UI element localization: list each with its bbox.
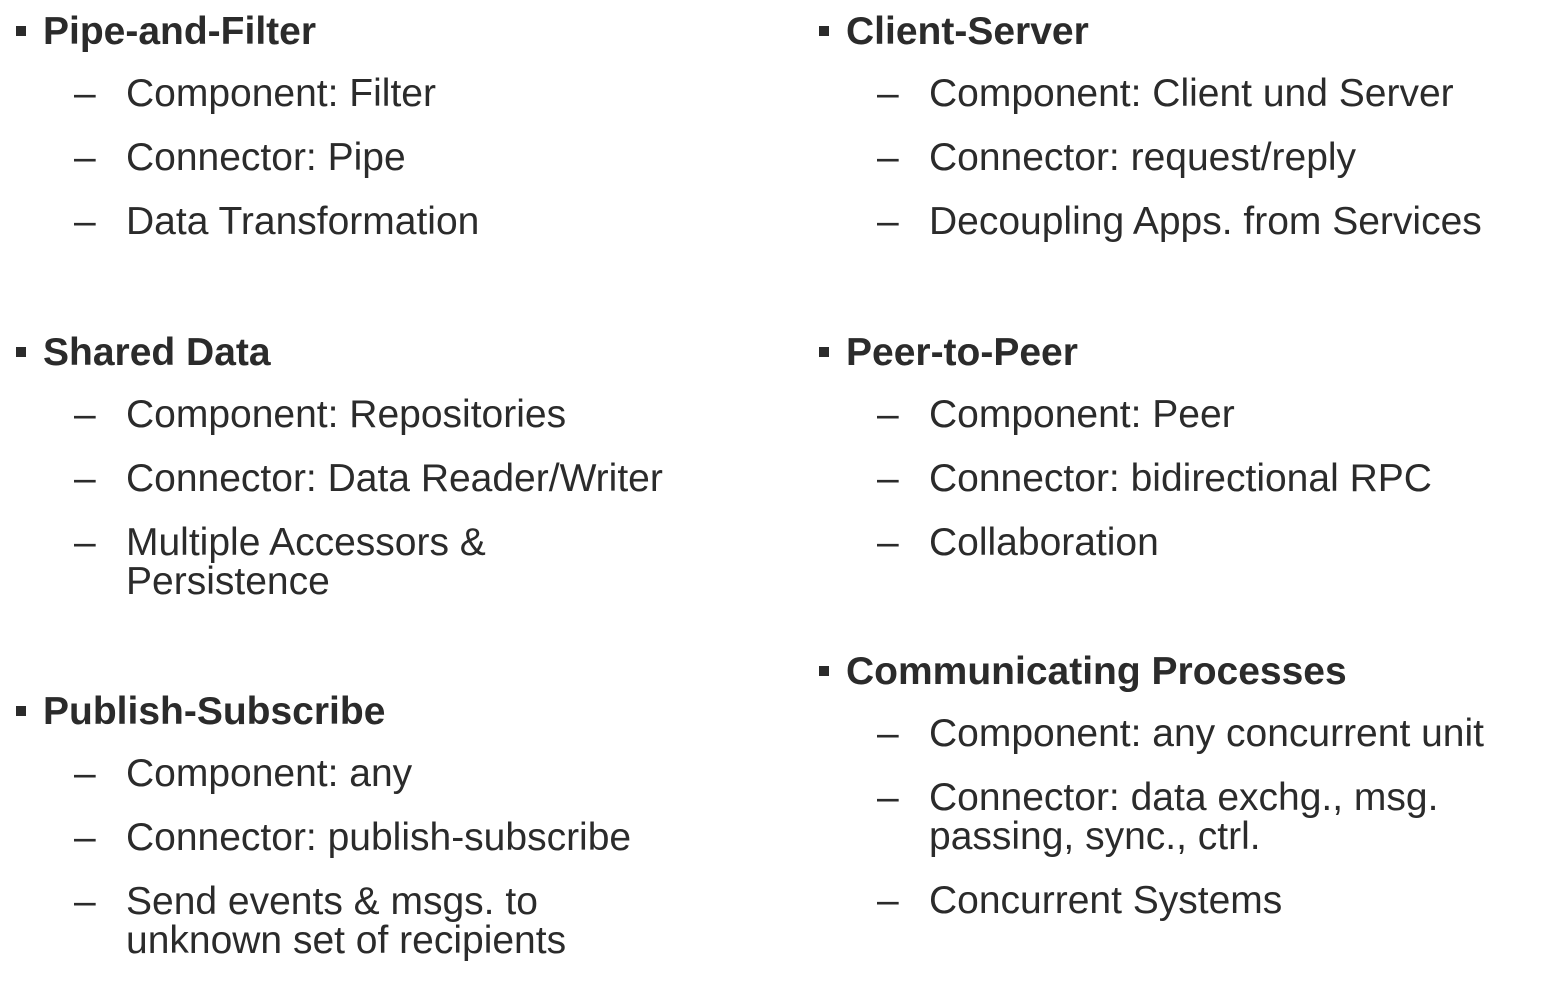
list-item-text: Connector: publish-subscribe [126, 816, 632, 859]
list-item-text: Component: any [126, 752, 413, 795]
dash-bullet-icon: – [877, 776, 899, 819]
section-heading: Client-Server [819, 10, 1482, 54]
list-item-text: Data Transformation [126, 200, 480, 243]
dash-bullet-icon: – [877, 457, 899, 500]
list-item-text: Decoupling Apps. from Services [929, 200, 1482, 243]
list-item: – Connector: request/reply [819, 138, 1482, 177]
list-item-text: Connector: bidirectional RPC [929, 457, 1432, 500]
section-heading-text: Publish-Subscribe [43, 690, 386, 733]
dash-bullet-icon: – [877, 200, 899, 243]
dash-bullet-icon: – [877, 879, 899, 922]
list-item-text: Component: Client und Server [929, 72, 1454, 115]
dash-bullet-icon: – [877, 393, 899, 436]
list-item-text: Connector: Data Reader/Writer [126, 457, 663, 500]
list-item-text: Multiple Accessors & Persistence [126, 521, 486, 603]
section-shared-data: Shared Data – Component: Repositories – … [16, 331, 663, 626]
list-item-text: Collaboration [929, 521, 1159, 564]
section-heading: Publish-Subscribe [16, 690, 631, 734]
list-item: – Connector: bidirectional RPC [819, 459, 1432, 498]
item-list: – Component: Peer – Connector: bidirecti… [819, 395, 1432, 562]
item-list: – Component: Client und Server – Connect… [819, 74, 1482, 241]
list-item: – Concurrent Systems [819, 881, 1484, 920]
list-item-text: Component: any concurrent unit [929, 712, 1484, 755]
section-heading: Shared Data [16, 331, 663, 375]
section-heading: Communicating Processes [819, 650, 1484, 694]
dash-bullet-icon: – [74, 457, 96, 500]
item-list: – Component: any – Connector: publish-su… [16, 754, 631, 960]
section-heading-text: Peer-to-Peer [846, 331, 1078, 374]
list-item-text: Connector: request/reply [929, 136, 1357, 179]
list-item: – Data Transformation [16, 202, 479, 241]
section-heading-text: Pipe-and-Filter [43, 10, 317, 53]
list-item: – Component: any concurrent unit [819, 714, 1484, 753]
section-heading-text: Shared Data [43, 331, 271, 374]
item-list: – Component: Filter – Connector: Pipe – … [16, 74, 479, 241]
list-item: – Send events & msgs. to unknown set of … [16, 882, 631, 960]
section-heading-text: Client-Server [846, 10, 1089, 53]
item-list: – Component: Repositories – Connector: D… [16, 395, 663, 601]
list-item: – Multiple Accessors & Persistence [16, 523, 663, 601]
list-item-text: Connector: data exchg., msg. passing, sy… [929, 776, 1439, 858]
list-item-text: Component: Peer [929, 393, 1235, 436]
dash-bullet-icon: – [74, 393, 96, 436]
list-item: – Connector: data exchg., msg. passing, … [819, 778, 1484, 856]
list-item-text: Component: Repositories [126, 393, 567, 436]
section-peer-to-peer: Peer-to-Peer – Component: Peer – Connect… [819, 331, 1432, 587]
section-heading: Peer-to-Peer [819, 331, 1432, 375]
dash-bullet-icon: – [877, 72, 899, 115]
dash-bullet-icon: – [877, 712, 899, 755]
list-item: – Connector: Data Reader/Writer [16, 459, 663, 498]
dash-bullet-icon: – [74, 521, 96, 564]
square-bullet-icon [16, 347, 26, 357]
dash-bullet-icon: – [74, 880, 96, 923]
section-communicating-processes: Communicating Processes – Component: any… [819, 650, 1484, 945]
list-item-text: Send events & msgs. to unknown set of re… [126, 880, 567, 962]
section-heading: Pipe-and-Filter [16, 10, 479, 54]
item-list: – Component: any concurrent unit – Conne… [819, 714, 1484, 920]
list-item: – Component: Peer [819, 395, 1432, 434]
square-bullet-icon [16, 26, 26, 36]
square-bullet-icon [16, 706, 26, 716]
square-bullet-icon [819, 26, 829, 36]
list-item: – Component: any [16, 754, 631, 793]
list-item-text: Component: Filter [126, 72, 436, 115]
dash-bullet-icon: – [877, 521, 899, 564]
list-item: – Collaboration [819, 523, 1432, 562]
section-pipe-and-filter: Pipe-and-Filter – Component: Filter – Co… [16, 10, 479, 266]
list-item-text: Concurrent Systems [929, 879, 1283, 922]
dash-bullet-icon: – [74, 816, 96, 859]
section-heading-text: Communicating Processes [846, 650, 1347, 693]
square-bullet-icon [819, 666, 829, 676]
list-item: – Decoupling Apps. from Services [819, 202, 1482, 241]
list-item: – Component: Repositories [16, 395, 663, 434]
list-item: – Component: Filter [16, 74, 479, 113]
list-item: – Component: Client und Server [819, 74, 1482, 113]
section-publish-subscribe: Publish-Subscribe – Component: any – Con… [16, 690, 631, 985]
list-item: – Connector: Pipe [16, 138, 479, 177]
square-bullet-icon [819, 347, 829, 357]
list-item-text: Connector: Pipe [126, 136, 406, 179]
list-item: – Connector: publish-subscribe [16, 818, 631, 857]
dash-bullet-icon: – [74, 136, 96, 179]
dash-bullet-icon: – [74, 752, 96, 795]
section-client-server: Client-Server – Component: Client und Se… [819, 10, 1482, 266]
dash-bullet-icon: – [877, 136, 899, 179]
dash-bullet-icon: – [74, 200, 96, 243]
dash-bullet-icon: – [74, 72, 96, 115]
